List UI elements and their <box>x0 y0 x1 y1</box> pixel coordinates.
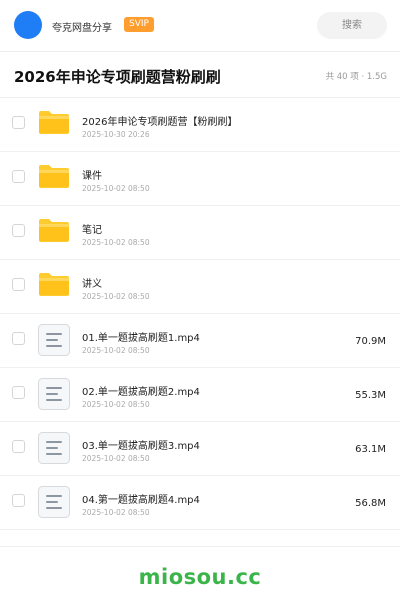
row-checkbox[interactable] <box>12 386 25 399</box>
file-date: 2025-10-30 20:26 <box>82 130 150 139</box>
row-checkbox[interactable] <box>12 278 25 291</box>
list-item[interactable]: 2026年申论专项刷题营【粉刷刷】 2025-10-30 20:26 <box>0 98 400 152</box>
file-name: 04.第一题拔高刷题4.mp4 <box>82 495 200 506</box>
folder-icon <box>38 163 70 189</box>
app-name: 夸克网盘分享 <box>52 23 112 34</box>
file-size: 70.9M <box>355 336 386 347</box>
file-date: 2025-10-02 08:50 <box>82 292 150 301</box>
file-size: 55.3M <box>355 390 386 401</box>
document-icon <box>38 378 70 410</box>
file-list: 2026年申论专项刷题营【粉刷刷】 2025-10-30 20:26 课件 20… <box>0 98 400 530</box>
row-checkbox[interactable] <box>12 116 25 129</box>
search-input[interactable]: 搜索 <box>317 12 387 39</box>
folder-icon <box>38 109 70 135</box>
file-size: 56.8M <box>355 498 386 509</box>
list-item[interactable]: 04.第一题拔高刷题4.mp4 2025-10-02 08:50 56.8M <box>0 476 400 530</box>
file-name: 01.单一题拔高刷题1.mp4 <box>82 333 200 344</box>
file-date: 2025-10-02 08:50 <box>82 184 150 193</box>
watermark: miosou.cc <box>138 565 262 589</box>
file-date: 2025-10-02 08:50 <box>82 508 150 517</box>
folder-meta: 共 40 项 · 1.5G <box>325 72 387 82</box>
list-item[interactable]: 03.单一题拔高刷题3.mp4 2025-10-02 08:50 63.1M <box>0 422 400 476</box>
row-checkbox[interactable] <box>12 224 25 237</box>
row-checkbox[interactable] <box>12 170 25 183</box>
file-name: 课件 <box>82 171 102 182</box>
svip-badge: SVIP <box>124 17 154 32</box>
list-item[interactable]: 01.单一题拔高刷题1.mp4 2025-10-02 08:50 70.9M <box>0 314 400 368</box>
file-date: 2025-10-02 08:50 <box>82 454 150 463</box>
file-date: 2025-10-02 08:50 <box>82 400 150 409</box>
list-item[interactable]: 02.单一题拔高刷题2.mp4 2025-10-02 08:50 55.3M <box>0 368 400 422</box>
row-checkbox[interactable] <box>12 332 25 345</box>
folder-icon <box>38 271 70 297</box>
avatar[interactable] <box>14 11 42 39</box>
list-item[interactable]: 笔记 2025-10-02 08:50 <box>0 206 400 260</box>
list-item[interactable]: 讲义 2025-10-02 08:50 <box>0 260 400 314</box>
file-size: 63.1M <box>355 444 386 455</box>
document-icon <box>38 486 70 518</box>
row-checkbox[interactable] <box>12 494 25 507</box>
page-title: 2026年申论专项刷题营粉刷刷 <box>14 68 221 86</box>
file-name: 2026年申论专项刷题营【粉刷刷】 <box>82 117 238 128</box>
top-header: 夸克网盘分享 SVIP 搜索 <box>0 0 400 52</box>
file-name: 03.单一题拔高刷题3.mp4 <box>82 441 200 452</box>
file-name: 02.单一题拔高刷题2.mp4 <box>82 387 200 398</box>
file-name: 笔记 <box>82 225 102 236</box>
file-date: 2025-10-02 08:50 <box>82 238 150 247</box>
document-icon <box>38 324 70 356</box>
document-icon <box>38 432 70 464</box>
file-date: 2025-10-02 08:50 <box>82 346 150 355</box>
title-bar: 2026年申论专项刷题营粉刷刷 共 40 项 · 1.5G <box>0 52 400 98</box>
folder-icon <box>38 217 70 243</box>
file-name: 讲义 <box>82 279 102 290</box>
list-item[interactable]: 课件 2025-10-02 08:50 <box>0 152 400 206</box>
row-checkbox[interactable] <box>12 440 25 453</box>
